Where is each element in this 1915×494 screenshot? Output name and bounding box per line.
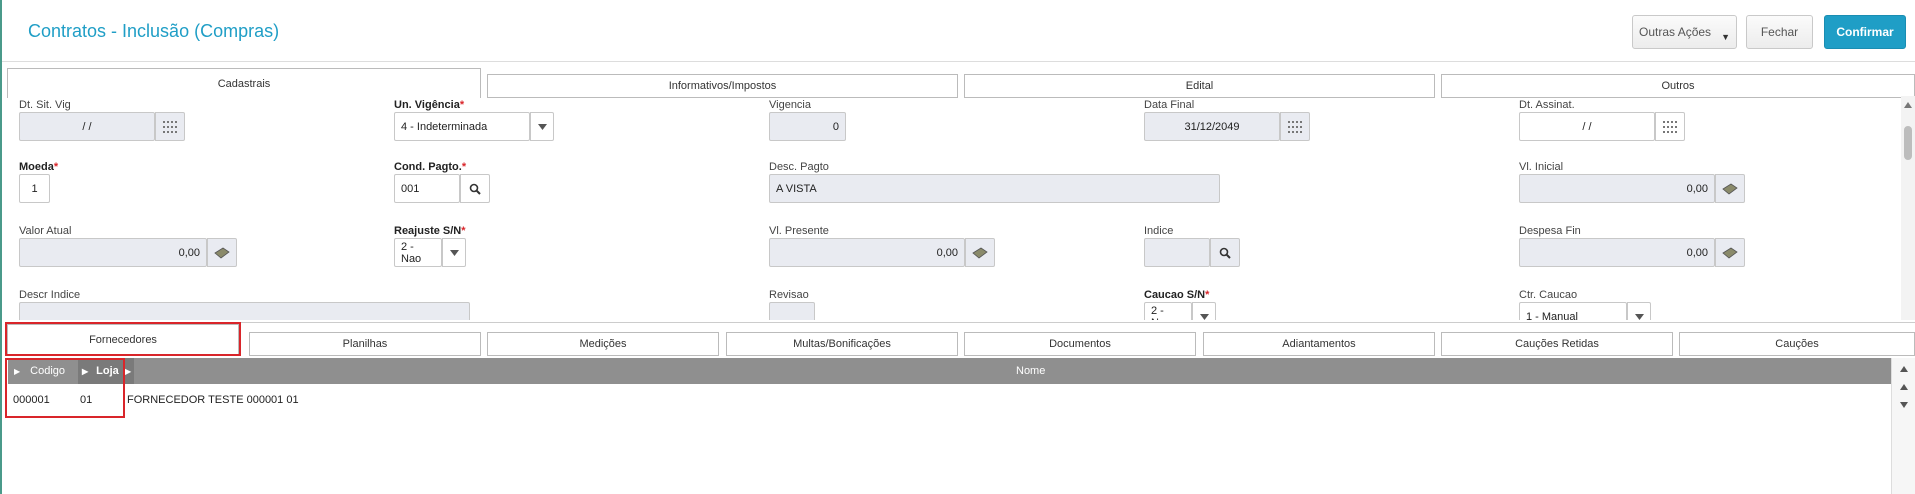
grid-scrollbar[interactable]	[1891, 358, 1915, 494]
cond-pagto-label-text: Cond. Pagto.	[394, 161, 462, 173]
calendar-icon[interactable]	[1655, 112, 1685, 141]
un-vigencia-select[interactable]: 4 - Indeterminada	[394, 112, 530, 141]
calendar-icon[interactable]	[1280, 112, 1310, 141]
required-mark: *	[461, 161, 467, 173]
scroll-thumb[interactable]	[1904, 126, 1912, 160]
dt-assinat-field[interactable]: / /	[1519, 112, 1655, 141]
tab-medicoes[interactable]: Medições	[487, 332, 719, 356]
vigencia-field[interactable]: 0	[769, 112, 846, 141]
caucao-label: Caucao S/N*	[1144, 289, 1209, 301]
moeda-label: Moeda*	[19, 161, 58, 173]
tab-caucoes-retidas[interactable]: Cauções Retidas	[1441, 332, 1673, 356]
chevron-down-icon[interactable]	[530, 112, 554, 141]
vl-inicial-field[interactable]: 0,00	[1519, 174, 1715, 203]
dt-assinat-label: Dt. Assinat.	[1519, 99, 1575, 111]
required-mark: *	[1205, 289, 1210, 301]
vl-presente-label: Vl. Presente	[769, 225, 829, 237]
un-vigencia-label: Un. Vigência*	[394, 99, 464, 111]
scroll-down-icon[interactable]	[1900, 402, 1908, 408]
moeda-field[interactable]: 1	[19, 174, 50, 203]
descr-indice-field[interactable]	[19, 302, 470, 320]
tab-documentos[interactable]: Documentos	[964, 332, 1196, 356]
reajuste-label-text: Reajuste S/N	[394, 225, 462, 237]
page-header: Contratos - Inclusão (Compras) Outras Aç…	[2, 0, 1915, 62]
reajuste-label: Reajuste S/N*	[394, 225, 466, 237]
cond-pagto-field[interactable]: 001	[394, 174, 460, 203]
tab-planilhas[interactable]: Planilhas	[249, 332, 481, 356]
cond-pagto-label: Cond. Pagto.*	[394, 161, 466, 173]
chevron-down-icon[interactable]	[1627, 302, 1651, 320]
indice-label: Indice	[1144, 225, 1174, 237]
chevron-down-icon: ▼	[1721, 32, 1730, 42]
tab-caucoes[interactable]: Cauções	[1679, 332, 1915, 356]
desc-pagto-field[interactable]: A VISTA	[769, 174, 1220, 203]
cell-nome: FORNECEDOR TESTE 000001 01	[127, 394, 299, 406]
tab-multas[interactable]: Multas/Bonificações	[726, 332, 958, 356]
revisao-label: Revisao	[769, 289, 809, 301]
more-actions-button[interactable]: Outras Ações ▼	[1632, 15, 1737, 49]
ctr-caucao-select[interactable]: 1 - Manual	[1519, 302, 1627, 320]
close-button[interactable]: Fechar	[1746, 15, 1813, 49]
data-final-label: Data Final	[1144, 99, 1195, 111]
suppliers-grid: 000001 01 FORNECEDOR TESTE 000001 01	[8, 384, 1891, 494]
valor-atual-label: Valor Atual	[19, 225, 72, 237]
tab-edital[interactable]: Edital	[964, 74, 1435, 98]
divider	[6, 322, 1915, 323]
un-vigencia-label-text: Un. Vigência	[394, 99, 460, 111]
scroll-up-icon[interactable]	[1904, 102, 1912, 108]
chevron-down-icon[interactable]	[1192, 302, 1216, 320]
chevron-down-icon[interactable]	[442, 238, 466, 267]
form-scrollbar[interactable]	[1901, 96, 1915, 320]
descr-indice-label: Descr Indice	[19, 289, 81, 301]
scroll-up-icon[interactable]	[1900, 384, 1908, 390]
vigencia-label: Vigencia	[769, 99, 811, 111]
sort-arrow-icon: ▶	[124, 366, 131, 376]
tab-informativos[interactable]: Informativos/Impostos	[487, 74, 958, 98]
vl-inicial-label: Vl. Inicial	[1519, 161, 1564, 173]
search-icon[interactable]	[1210, 238, 1240, 267]
tab-outros[interactable]: Outros	[1441, 74, 1915, 98]
page-title: Contratos - Inclusão (Compras)	[28, 21, 280, 41]
indice-field[interactable]	[1144, 238, 1210, 267]
reajuste-select[interactable]: 2 - Nao	[394, 238, 442, 267]
despesa-fin-field[interactable]: 0,00	[1519, 238, 1715, 267]
column-header-nome[interactable]: Nome	[1016, 358, 1045, 384]
tab-adiantamentos[interactable]: Adiantamentos	[1203, 332, 1435, 356]
desc-pagto-label: Desc. Pagto	[769, 161, 829, 173]
calculator-icon[interactable]	[965, 238, 995, 267]
revisao-field[interactable]	[769, 302, 815, 320]
scroll-up-icon[interactable]	[1900, 366, 1908, 372]
form-cadastrais: Dt. Sit. Vig / / Un. Vigência* 4 - Indet…	[6, 96, 1896, 320]
calculator-icon[interactable]	[207, 238, 237, 267]
caucao-select[interactable]: 2 - Nao	[1144, 302, 1192, 320]
despesa-fin-label: Despesa Fin	[1519, 225, 1581, 237]
ctr-caucao-label: Ctr. Caucao	[1519, 289, 1578, 301]
calculator-icon[interactable]	[1715, 238, 1745, 267]
calendar-icon[interactable]	[155, 112, 185, 141]
grid-header: ▶ Codigo ▶ Loja ▶ Nome	[8, 358, 1891, 384]
moeda-label-text: Moeda	[19, 161, 54, 173]
dt-sit-vig-label: Dt. Sit. Vig	[19, 99, 71, 111]
confirm-button[interactable]: Confirmar	[1824, 15, 1906, 49]
required-mark: *	[53, 161, 59, 173]
tab-cadastrais[interactable]: Cadastrais	[7, 68, 481, 98]
data-final-field[interactable]: 31/12/2049	[1144, 112, 1280, 141]
required-mark: *	[461, 225, 466, 237]
highlight-box	[5, 358, 125, 418]
required-mark: *	[459, 99, 465, 111]
highlight-box	[5, 322, 241, 356]
dt-sit-vig-field[interactable]: / /	[19, 112, 155, 141]
caucao-label-text: Caucao S/N	[1144, 289, 1206, 301]
more-actions-label: Outras Ações	[1639, 25, 1712, 39]
search-icon[interactable]	[460, 174, 490, 203]
valor-atual-field[interactable]: 0,00	[19, 238, 207, 267]
vl-presente-field[interactable]: 0,00	[769, 238, 965, 267]
calculator-icon[interactable]	[1715, 174, 1745, 203]
